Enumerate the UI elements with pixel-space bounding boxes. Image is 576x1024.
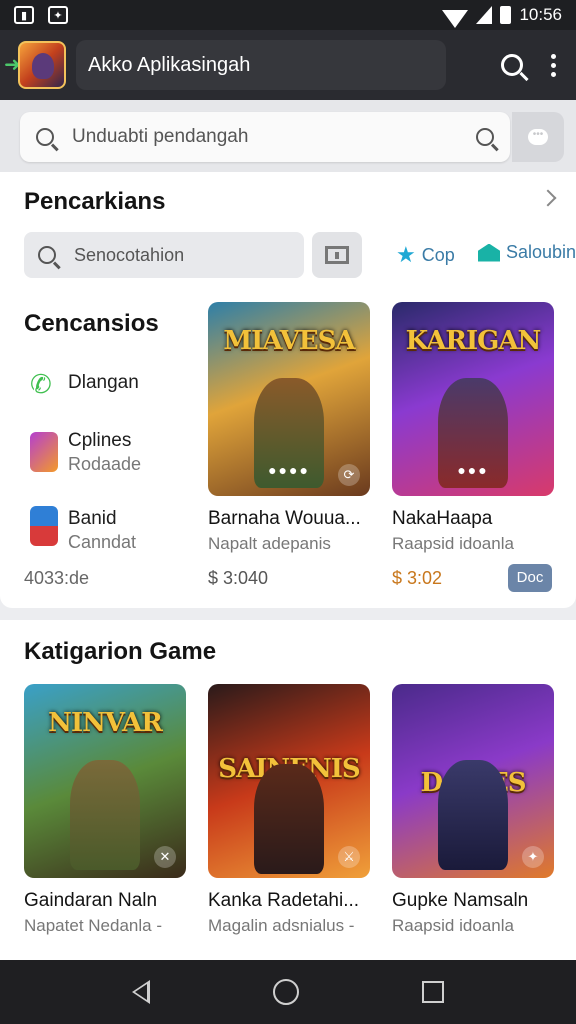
game-card[interactable]: SAINENIS ⚔ Kanka Radetahi... Magalin ads… [208, 684, 370, 936]
swords-icon[interactable]: ⚔ [338, 846, 360, 868]
section-title-search: Pencarkians [24, 188, 166, 215]
grid-view-button[interactable] [312, 232, 362, 278]
chat-bubble-icon: ••• [528, 129, 548, 145]
game-thumbnail[interactable]: KARIGAN ●●● [392, 302, 554, 496]
image-notification-icon: ✦ [48, 6, 68, 24]
search-icon [36, 128, 54, 146]
filter-placeholder: Senocotahion [74, 244, 185, 265]
app-bar: ➜ Akko Aplikasingah [0, 30, 576, 100]
game-art-title: MIAVESA [223, 326, 355, 356]
game-thumbnail[interactable]: DAMES ✦ [392, 684, 554, 878]
game-thumbnail[interactable]: SAINENIS ⚔ [208, 684, 370, 878]
game-developer: Napatet Nedanla - [24, 916, 162, 935]
search-submit-icon[interactable] [476, 128, 494, 146]
category-label: Dlangan [68, 372, 139, 393]
app-logo[interactable] [18, 41, 66, 89]
filter-input[interactable]: Senocotahion [24, 232, 304, 278]
game-developer: Napalt adepanis [208, 534, 331, 553]
item-count: 4033:de [24, 568, 90, 588]
grid-icon [325, 246, 349, 264]
chevron-right-icon[interactable] [539, 189, 557, 207]
search-icon [38, 246, 56, 264]
game-categories-section: Katigarion Game NINVAR ✕ Gaindaran Naln … [0, 620, 576, 972]
category-item-dlangan[interactable]: ✆ Dlangan [30, 370, 139, 398]
game-name: Gaindaran Naln [24, 890, 158, 911]
chip-cop[interactable]: ★ Cop [396, 242, 455, 268]
recent-apps-icon[interactable] [422, 981, 445, 1003]
game-name: Gupke Namsaln [392, 890, 529, 911]
category-item-banid[interactable]: Banid Canndat [30, 506, 136, 553]
document-icon [30, 506, 58, 546]
game-developer: Magalin adsnialus - [208, 916, 355, 935]
game-art-title: NINVAR [48, 708, 163, 738]
app-title: Akko Aplikasingah [76, 40, 446, 90]
chat-button[interactable]: ••• [512, 112, 564, 162]
category-item-cplines[interactable]: Cplines Rodaade [30, 428, 141, 475]
back-icon[interactable] [131, 980, 150, 1004]
store-icon [478, 243, 500, 262]
game-thumbnail[interactable]: NINVAR ✕ [24, 684, 186, 878]
game-name: Kanka Radetahi... [208, 890, 360, 911]
chip-label: Cop [421, 244, 455, 265]
status-time: 10:56 [519, 5, 562, 24]
game-name: Barnaha Wouua... [208, 508, 361, 529]
character-art [254, 764, 324, 874]
chip-label: Saloubin [506, 242, 576, 262]
star-icon: ★ [396, 242, 416, 267]
section-title-game-categories: Katigarion Game [24, 638, 217, 665]
game-card[interactable]: MIAVESA ●●●● ⟳ Barnaha Wouua... Napalt a… [208, 302, 370, 589]
signal-icon [476, 6, 493, 24]
search-icon[interactable] [501, 54, 523, 76]
character-art [70, 760, 140, 870]
search-placeholder: Unduabti pendangah [72, 126, 249, 147]
game-developer: Raapsid idoanla [392, 534, 514, 553]
status-bar: ▮ ✦ 10:56 [0, 0, 576, 30]
character-art [438, 760, 508, 870]
shield-icon[interactable]: ✦ [522, 846, 544, 868]
wifi-icon [442, 10, 469, 28]
get-button[interactable]: Doc [508, 564, 552, 592]
game-price: $ 3:040 [208, 568, 269, 588]
notification-icon: ▮ [14, 6, 34, 24]
search-row: Unduabti pendangah ••• [0, 100, 576, 172]
more-menu-icon[interactable] [551, 53, 556, 77]
search-input[interactable]: Unduabti pendangah [20, 112, 510, 162]
game-art-title: KARIGAN [405, 326, 542, 356]
category-sub: Canndat [68, 532, 137, 552]
game-card[interactable]: NINVAR ✕ Gaindaran Naln Napatet Nedanla … [24, 684, 186, 936]
pager-dots: ●●●● [268, 462, 310, 478]
game-name: NakaHaapa [392, 508, 493, 529]
battery-icon [500, 6, 512, 24]
apps-icon [30, 432, 58, 472]
game-developer: Raapsid idoanla [392, 916, 514, 935]
system-nav-bar [0, 960, 576, 1024]
refresh-icon[interactable]: ⟳ [338, 464, 360, 486]
game-thumbnail[interactable]: MIAVESA ●●●● ⟳ [208, 302, 370, 496]
phone-icon: ✆ [30, 369, 52, 399]
home-icon[interactable] [272, 979, 299, 1005]
section-title-categories: Cencansios [24, 310, 159, 337]
category-label: Banid [68, 508, 117, 529]
category-label: Cplines [68, 430, 132, 451]
tools-icon[interactable]: ✕ [154, 846, 176, 868]
game-card[interactable]: KARIGAN ●●● NakaHaapa Raapsid idoanla $ … [392, 302, 554, 589]
chip-saloubin[interactable]: Saloubin [478, 242, 576, 263]
pager-dots: ●●● [457, 462, 489, 478]
search-categories-card: Pencarkians Senocotahion ★ Cop Saloubin … [0, 172, 576, 608]
game-card[interactable]: DAMES ✦ Gupke Namsaln Raapsid idoanla [392, 684, 554, 936]
category-sub: Rodaade [68, 454, 142, 474]
